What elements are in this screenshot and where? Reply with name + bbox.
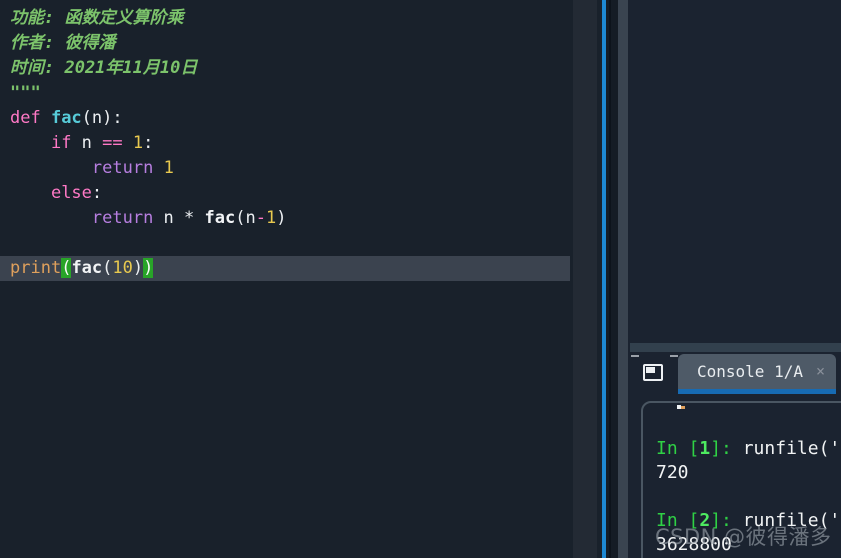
token-tx: n: [71, 133, 103, 153]
token-promptnum: 1: [699, 438, 711, 459]
pane-gap-line: [609, 0, 611, 558]
token-tx: :: [143, 133, 154, 153]
token-kw: -: [255, 208, 266, 228]
pane-splitter[interactable]: [618, 0, 628, 558]
token-tx: ): [132, 258, 144, 278]
token-tx: [10, 208, 92, 228]
code-editor-lines: 功能: 函数定义算阶乘 作者: 彼得潘时间: 2021年11月10日 """ def …: [0, 6, 570, 281]
code-line: """: [0, 81, 570, 106]
token-prompt: ]:: [710, 438, 743, 459]
ide-window: 功能: 函数定义算阶乘 作者: 彼得潘时间: 2021年11月10日 """ def …: [0, 0, 841, 558]
token-tx: ): [276, 208, 287, 228]
token-tx: (n: [235, 208, 256, 228]
token-out: 720: [656, 462, 689, 483]
tab-console-1a[interactable]: Console 1/A ×: [678, 354, 836, 389]
token-out: runfile(': [742, 438, 841, 459]
token-out: runfile(': [742, 510, 841, 531]
console-line: In [1]: runfile(': [656, 437, 840, 461]
token-tx: [123, 133, 133, 153]
token-fn: fac: [50, 108, 82, 128]
comment-text: """: [10, 83, 41, 103]
token-kw2: return: [91, 208, 154, 228]
token-kw: if: [50, 133, 72, 153]
token-tx: *: [184, 208, 205, 228]
code-line: if n == 1:: [0, 131, 570, 156]
token-tx: [10, 158, 92, 178]
token-brhl: (: [61, 258, 72, 278]
token-tx: (n):: [81, 108, 123, 128]
tab-label: Console 1/A: [697, 362, 803, 381]
browse-tabs-icon: [643, 364, 663, 381]
token-tx: [153, 158, 163, 178]
console-output[interactable]: In [1]: runfile(' 720 In [2]: runfile(' 362…: [641, 401, 841, 558]
token-num: 10: [112, 258, 133, 278]
token-tx: (: [102, 258, 113, 278]
token-promptnum: 2: [699, 510, 711, 531]
code-line: 作者: 彼得潘: [0, 31, 570, 56]
token-tx: :: [91, 183, 103, 203]
token-kw2: return: [91, 158, 154, 178]
token-prompt: ]:: [710, 510, 743, 531]
comment-text: 功能: 函数定义算阶乘: [10, 8, 184, 28]
token-tx: [10, 183, 51, 203]
token-kw: def: [10, 108, 51, 128]
token-bi: print: [10, 258, 62, 278]
token-tx: n: [153, 208, 185, 228]
token-out: 3628800: [656, 534, 732, 555]
code-line: 时间: 2021年11月10日: [0, 56, 570, 81]
console-lines: In [1]: runfile(' 720 In [2]: runfile(' 362…: [656, 437, 840, 557]
token-fnc: fac: [204, 208, 236, 228]
close-icon[interactable]: ×: [816, 354, 825, 389]
code-line: 功能: 函数定义算阶乘: [0, 6, 570, 31]
token-num: 1: [265, 208, 277, 228]
code-line: return 1: [0, 156, 570, 181]
console-line: 3628800: [656, 533, 840, 557]
comment-text: 时间: 2021年11月10日: [10, 58, 198, 78]
token-num: 1: [132, 133, 144, 153]
token-tx: [10, 133, 51, 153]
panel-corner-mark: [670, 355, 678, 357]
console-line: 720: [656, 461, 840, 485]
tab-active-underline: [678, 389, 836, 394]
token-kw: else: [50, 183, 92, 203]
token-prompt: In [: [656, 510, 700, 531]
token-num: 1: [163, 158, 174, 178]
browse-tabs-button[interactable]: [642, 362, 666, 384]
token-prompt: In [: [656, 438, 700, 459]
token-brhl: ): [143, 258, 154, 278]
console-line: In [2]: runfile(': [656, 509, 840, 533]
scrolled-text-remnant: [677, 405, 685, 409]
comment-text: 作者: 彼得潘: [10, 33, 116, 53]
token-kw: ==: [102, 133, 123, 153]
editor-scrollbar[interactable]: [573, 0, 597, 558]
pane-gap: [606, 0, 618, 558]
code-line: else:: [0, 181, 570, 206]
panel-header-strip[interactable]: [630, 343, 841, 352]
code-editor[interactable]: 功能: 函数定义算阶乘 作者: 彼得潘时间: 2021年11月10日 """ def …: [0, 0, 573, 558]
panel-corner-mark: [631, 355, 639, 357]
current-code-line: print(fac(10)): [0, 256, 570, 281]
browse-tabs-icon: [646, 367, 655, 373]
token-fnc: fac: [71, 258, 103, 278]
code-line: return n * fac(n-1): [0, 206, 570, 231]
scrolled-text-remnant: [681, 406, 685, 409]
code-line: def fac(n):: [0, 106, 570, 131]
